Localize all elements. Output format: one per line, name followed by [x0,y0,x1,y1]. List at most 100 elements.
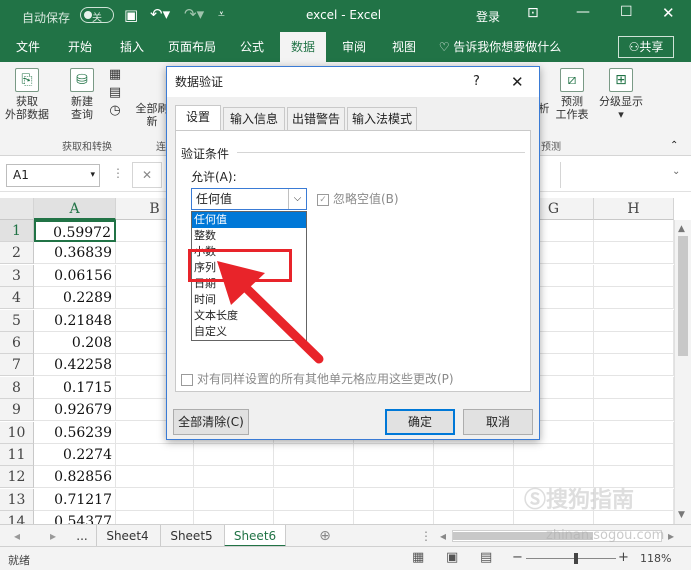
empty-cell[interactable] [354,444,434,466]
tab-settings[interactable]: 设置 [175,105,221,131]
new-query-button[interactable]: ⛁ 新建 查询 [62,68,102,121]
hscroll-right-icon[interactable]: ▸ [664,525,678,547]
empty-cell[interactable] [434,488,514,511]
cancel-button[interactable]: 取消 [463,409,533,435]
share-button[interactable]: ⚇共享 [618,36,674,58]
row-header[interactable]: 7 [0,354,34,377]
collapse-ribbon-icon[interactable]: ⌃ [670,140,678,151]
cell-a[interactable]: 0.2289 [34,287,116,310]
formula-input[interactable] [560,162,690,188]
empty-cell[interactable] [194,511,274,524]
tab-insert[interactable]: 插入 [110,32,154,62]
tell-me-box[interactable]: ♡ 告诉我你想要做什么 [438,32,562,62]
empty-cell[interactable] [434,511,514,524]
normal-view-icon[interactable]: ▦ [412,550,424,565]
get-external-data-button[interactable]: ⎘ 获取 外部数据 [4,68,50,121]
empty-cell[interactable] [116,466,194,489]
tab-data[interactable]: 数据 [280,32,326,62]
cell-a[interactable]: 0.54377 [34,511,116,524]
more-sheets-button[interactable]: ... [72,525,92,547]
hscroll-left-icon[interactable]: ◂ [436,525,450,547]
ok-button[interactable]: 确定 [385,409,455,435]
scroll-left-icon[interactable]: ◂ [10,525,24,547]
cell-a[interactable]: 0.42258 [34,354,116,377]
expand-formula-icon[interactable]: ⌄ [672,166,680,177]
empty-cell[interactable] [116,444,194,466]
empty-cell[interactable] [594,242,674,265]
row-header[interactable]: 6 [0,332,34,354]
minimize-icon[interactable]: — [576,4,590,20]
sheet-tab-sheet4[interactable]: Sheet4 [96,525,158,547]
apply-all-checkbox[interactable]: 对有同样设置的所有其他单元格应用这些更改(P) [181,370,454,387]
empty-cell[interactable] [594,332,674,354]
empty-cell[interactable] [194,444,274,466]
option-any-value[interactable]: 任何值 [192,212,306,228]
cell-a[interactable]: 0.36839 [34,242,116,265]
login-link[interactable]: 登录 [476,8,500,25]
scroll-down-icon[interactable]: ▼ [678,510,685,520]
maximize-icon[interactable]: ☐ [620,4,633,20]
zoom-out-icon[interactable]: − [512,550,523,565]
scroll-up-icon[interactable]: ▲ [678,224,685,234]
clear-all-button[interactable]: 全部清除(C) [173,409,249,435]
tab-page-layout[interactable]: 页面布局 [162,32,222,62]
empty-cell[interactable] [594,264,674,287]
row-header[interactable]: 11 [0,444,34,466]
sheet-tab-sheet5[interactable]: Sheet5 [160,525,222,547]
empty-cell[interactable] [194,466,274,489]
cell-a[interactable]: 0.2274 [34,444,116,466]
empty-cell[interactable] [594,354,674,377]
empty-cell[interactable] [594,220,674,242]
row-header[interactable]: 5 [0,309,34,332]
row-header[interactable]: 12 [0,466,34,489]
row-header[interactable]: 10 [0,421,34,444]
scrollbar-thumb[interactable] [678,236,688,356]
ignore-blank-checkbox[interactable]: ✓ 忽略空值(B) [317,190,399,207]
tab-home[interactable]: 开始 [58,32,102,62]
dialog-close-icon[interactable]: ✕ [511,67,524,97]
empty-cell[interactable] [514,444,594,466]
outline-button[interactable]: ⊞ 分级显示 ▾ [596,68,646,121]
option-whole-number[interactable]: 整数 [192,228,306,244]
row-header[interactable]: 9 [0,399,34,422]
redo-icon[interactable]: ↷▾ [184,5,204,23]
zoom-level[interactable]: 118% [640,552,671,565]
row-header[interactable]: 13 [0,488,34,511]
empty-cell[interactable] [434,466,514,489]
select-all-corner[interactable] [0,198,34,220]
empty-cell[interactable] [594,421,674,444]
tab-input-message[interactable]: 输入信息 [223,107,285,130]
row-header[interactable]: 4 [0,287,34,310]
empty-cell[interactable] [116,488,194,511]
empty-cell[interactable] [116,511,194,524]
page-break-view-icon[interactable]: ▤ [480,550,492,565]
customize-qat-icon[interactable]: ⩡ [218,7,225,22]
scroll-right-icon[interactable]: ▸ [46,525,60,547]
cancel-formula-icon[interactable]: ✕ [132,162,162,188]
add-sheet-icon[interactable]: ⊕ [314,525,336,547]
row-header[interactable]: 14 [0,511,34,524]
row-header[interactable]: 3 [0,264,34,287]
column-header-a[interactable]: A [34,198,116,220]
empty-cell[interactable] [194,488,274,511]
cell-a[interactable]: 0.92679 [34,399,116,422]
empty-cell[interactable] [594,287,674,310]
undo-icon[interactable]: ↶▾ [150,5,170,23]
zoom-slider-thumb[interactable] [574,553,578,564]
row-header[interactable]: 1 [0,220,34,242]
empty-cell[interactable] [274,511,354,524]
active-cell-a1[interactable]: 0.59972 [34,220,116,242]
cell-a[interactable]: 0.208 [34,332,116,354]
allow-select[interactable]: 任何值 ⌵ [191,188,307,210]
query-small-icons[interactable]: ▦ ▤ ◷ [106,66,124,120]
empty-cell[interactable] [274,466,354,489]
formula-options-icon[interactable]: ⋮ [112,166,124,180]
row-header[interactable]: 8 [0,376,34,399]
column-header-h[interactable]: H [594,198,674,220]
ribbon-display-icon[interactable]: ⊡ [527,5,539,21]
forecast-sheet-button[interactable]: ⧄ 预测 工作表 [552,68,592,121]
empty-cell[interactable] [354,488,434,511]
empty-cell[interactable] [274,444,354,466]
empty-cell[interactable] [354,466,434,489]
empty-cell[interactable] [274,488,354,511]
